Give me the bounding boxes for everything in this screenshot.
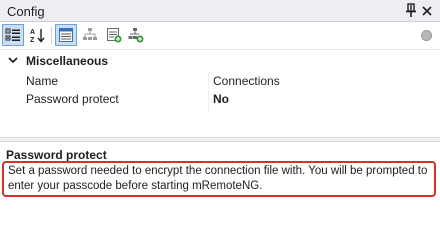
property-grid: Miscellaneous Name Connections Password … (0, 49, 440, 137)
default-properties-button[interactable] (103, 24, 125, 46)
pin-icon[interactable] (404, 3, 418, 18)
close-icon[interactable] (420, 4, 434, 18)
categorized-icon (5, 28, 20, 41)
property-toolbar: A Z (0, 23, 440, 48)
sort-az-icon: A Z (30, 29, 45, 43)
description-pane: Password protect Set a password needed t… (0, 143, 440, 203)
toolbar-separator (51, 27, 52, 44)
svg-text:Z: Z (30, 37, 35, 43)
category-label: Miscellaneous (26, 54, 109, 68)
chevron-down-icon[interactable] (7, 54, 19, 66)
property-row-name[interactable]: Name Connections (0, 71, 440, 90)
inheritance-view-button[interactable] (79, 24, 101, 46)
default-inheritance-icon (128, 28, 144, 43)
property-value[interactable]: Connections (213, 74, 280, 88)
property-name: Password protect (26, 92, 119, 106)
status-indicator-icon (421, 30, 432, 41)
default-inheritance-button[interactable] (125, 24, 147, 46)
properties-view-button[interactable] (55, 24, 77, 46)
description-splitter[interactable] (0, 137, 440, 142)
alphabetical-view-button[interactable]: A Z (26, 24, 48, 46)
svg-text:A: A (30, 29, 35, 36)
default-properties-icon (107, 28, 122, 43)
properties-icon (59, 28, 73, 42)
description-title: Password protect (6, 148, 107, 162)
description-highlight: Set a password needed to encrypt the con… (2, 161, 436, 197)
category-row-miscellaneous[interactable]: Miscellaneous (0, 52, 440, 70)
window-title-bar: Config (0, 0, 440, 22)
property-value[interactable]: No (213, 92, 229, 106)
property-row-password-protect[interactable]: Password protect No (0, 89, 440, 108)
property-name: Name (26, 74, 59, 88)
description-text: Set a password needed to encrypt the con… (8, 165, 428, 192)
categorized-view-button[interactable] (2, 24, 24, 46)
window-title: Config (7, 4, 45, 19)
inheritance-icon (83, 28, 97, 40)
